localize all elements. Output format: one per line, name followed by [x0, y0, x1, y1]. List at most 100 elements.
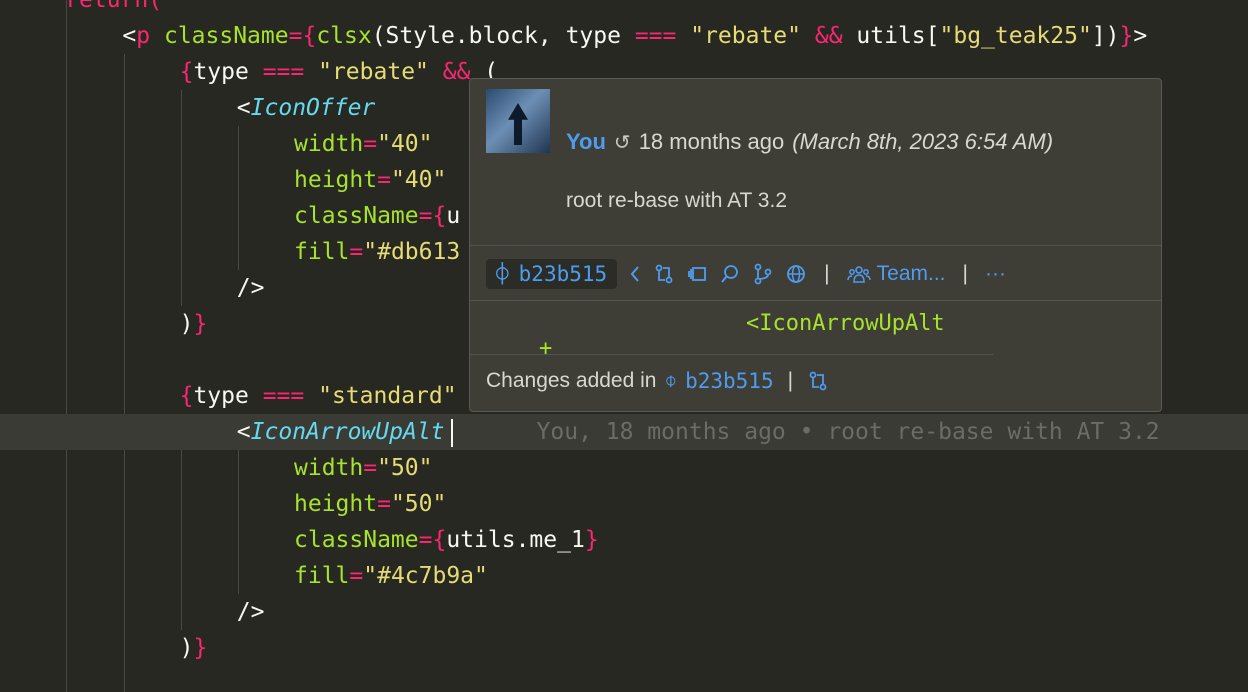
code-token: < [236, 419, 251, 445]
code-token: IconArrowUpAlt [250, 419, 445, 445]
code-token: height [294, 167, 378, 193]
code-token: /> [236, 599, 265, 625]
code-token: === [262, 59, 305, 85]
changes-sha-link[interactable]: b23b515 [685, 369, 774, 393]
code-token: } [1119, 23, 1134, 49]
separator: | [787, 369, 794, 392]
code-line[interactable]: <IconArrowUpAlt You, 18 months ago • root… [0, 414, 1248, 450]
text-cursor [450, 418, 453, 447]
code-token: > [1133, 23, 1148, 49]
author-name[interactable]: You [566, 129, 606, 155]
code-token: width [294, 131, 364, 157]
code-token: === [634, 23, 677, 49]
code-token: "#db613 [363, 239, 461, 265]
graph-icon[interactable] [752, 263, 774, 285]
code-token: = [349, 239, 364, 265]
code-token: = [377, 167, 391, 193]
changes-added-row: Changes added in ⌽ b23b515 | [486, 369, 829, 393]
code-token: fill [294, 239, 350, 265]
globe-icon[interactable] [785, 263, 807, 285]
code-token: p [136, 23, 151, 49]
code-token: "40" [377, 131, 433, 157]
search-icon[interactable] [719, 263, 741, 285]
divider [470, 300, 1161, 301]
code-line[interactable]: return( [0, 0, 1248, 18]
code-line[interactable]: className={utils.me_1} [0, 522, 1248, 558]
code-token: className [163, 23, 289, 49]
code-token: utils[ [842, 23, 940, 49]
code-token: ) [179, 311, 194, 337]
code-token: && [814, 23, 843, 49]
team-label: Team... [876, 262, 946, 285]
commit-message: root re-base with AT 3.2 [566, 189, 788, 212]
code-token: { [302, 23, 317, 49]
code-token: utils.me_1 [446, 527, 585, 553]
diff-sign: + [538, 336, 553, 361]
code-token: < [236, 95, 251, 121]
code-token: } [193, 635, 208, 661]
code-token: = [363, 131, 378, 157]
code-token: return( [65, 0, 163, 13]
code-token: "#4c7b9a" [363, 563, 488, 589]
code-token: = [418, 203, 433, 229]
code-token: width [294, 455, 364, 481]
commit-sha-button[interactable]: ⌽ b23b515 [486, 259, 618, 289]
relative-time: 18 months ago [638, 129, 785, 154]
code-token: type [193, 383, 263, 409]
code-line[interactable]: fill="#4c7b9a" [0, 558, 1248, 594]
code-token: { [179, 383, 194, 409]
open-files-icon[interactable] [686, 263, 708, 285]
code-token: u [446, 203, 461, 229]
code-token: "standard" [318, 383, 457, 409]
compare-changes-icon[interactable] [653, 263, 675, 285]
code-token: < [122, 23, 137, 49]
code-token: { [432, 527, 447, 553]
diff-text: <IconArrowUpAlt [746, 311, 945, 336]
commit-author-row: You ↺ 18 months ago (March 8th, 2023 6:5… [566, 129, 1053, 155]
code-line[interactable]: /> [0, 594, 1248, 630]
code-token: fill [294, 563, 350, 589]
code-token: className [294, 203, 419, 229]
changes-label: Changes added in [486, 369, 657, 392]
code-token: IconOffer [250, 95, 376, 121]
compare-changes-icon[interactable] [807, 370, 829, 392]
full-date: (March 8th, 2023 6:54 AM) [792, 129, 1054, 154]
code-token: "50" [377, 455, 433, 481]
code-token: /> [236, 275, 265, 301]
code-token: (Style.block, type [371, 23, 635, 49]
code-token: ]) [1091, 23, 1120, 49]
code-token: "bg_teak25" [939, 23, 1092, 49]
commit-icon: ⌽ [664, 369, 678, 392]
code-token: } [193, 311, 208, 337]
code-token: = [288, 23, 303, 49]
team-icon [846, 266, 871, 283]
team-button[interactable]: Team... [846, 262, 946, 286]
avatar [486, 89, 550, 153]
history-icon: ↺ [613, 131, 631, 154]
code-token: === [262, 383, 305, 409]
inline-blame-annotation[interactable]: You, 18 months ago • root re-base with A… [537, 419, 1160, 445]
code-token: "50" [390, 491, 447, 517]
divider [470, 245, 1161, 246]
code-token: { [432, 203, 447, 229]
commit-icon: ⌽ [496, 262, 509, 286]
more-actions-button[interactable]: ··· [985, 262, 1006, 286]
code-token: className [294, 527, 419, 553]
code-token: = [363, 455, 378, 481]
code-line[interactable]: <p className={clsx(Style.block, type ===… [0, 18, 1248, 54]
code-token: type [193, 59, 263, 85]
commit-actions-bar: ⌽ b23b515 | Team... | ··· [486, 259, 1006, 289]
code-line[interactable]: width="50" [0, 450, 1248, 486]
code-token: "rebate" [690, 23, 801, 49]
commit-sha: b23b515 [518, 262, 608, 286]
code-line[interactable]: height="50" [0, 486, 1248, 522]
code-line[interactable]: )} [0, 630, 1248, 666]
code-token: { [179, 59, 194, 85]
chevron-left-icon[interactable] [628, 263, 642, 285]
